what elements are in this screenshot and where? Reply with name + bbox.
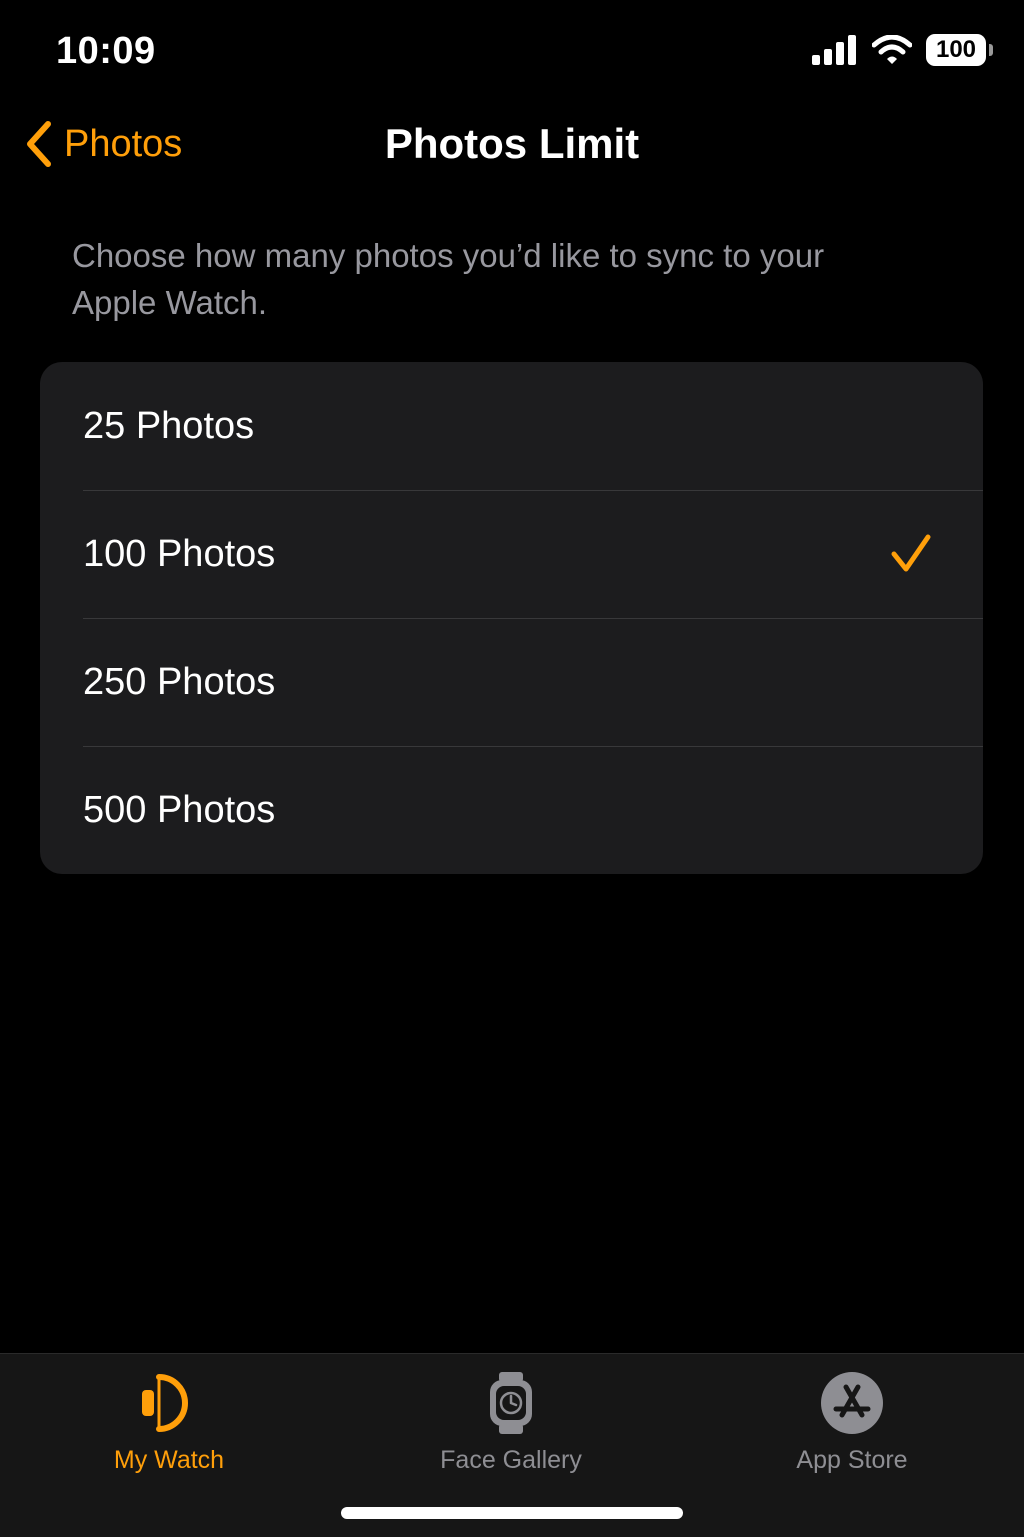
- home-indicator: [341, 1507, 683, 1519]
- option-label: 100 Photos: [83, 532, 276, 575]
- status-time: 10:09: [56, 30, 156, 72]
- face-gallery-icon: [476, 1368, 546, 1438]
- checkmark-icon: [891, 534, 931, 572]
- tab-label: Face Gallery: [440, 1446, 582, 1474]
- navigation-bar: Photos Photos Limit: [0, 100, 1024, 190]
- app-store-icon: [817, 1368, 887, 1438]
- page-title: Photos Limit: [384, 120, 640, 167]
- status-icons: 100: [812, 34, 993, 66]
- photos-limit-options: 25 Photos 100 Photos 250 Photos 500 Phot…: [40, 362, 983, 874]
- cellular-signal-icon: [812, 35, 856, 65]
- wifi-icon: [872, 35, 912, 64]
- tab-label: App Store: [796, 1446, 908, 1474]
- status-bar: 10:09 100: [0, 0, 1024, 100]
- battery-icon: 100: [926, 34, 993, 66]
- description-text: Choose how many photos you’d like to syn…: [72, 237, 825, 321]
- tab-my-watch[interactable]: My Watch: [69, 1368, 269, 1475]
- option-500-photos[interactable]: 500 Photos: [40, 746, 983, 874]
- tab-face-gallery[interactable]: Face Gallery: [411, 1368, 611, 1475]
- option-label: 25 Photos: [83, 404, 255, 447]
- watch-icon: [134, 1368, 204, 1438]
- tab-label: My Watch: [113, 1446, 225, 1474]
- option-label: 250 Photos: [83, 660, 276, 703]
- tab-app-store[interactable]: App Store: [752, 1368, 952, 1475]
- option-label: 500 Photos: [83, 788, 276, 831]
- battery-level: 100: [935, 36, 977, 63]
- option-250-photos[interactable]: 250 Photos: [40, 618, 983, 746]
- option-100-photos[interactable]: 100 Photos: [40, 490, 983, 618]
- option-25-photos[interactable]: 25 Photos: [40, 362, 983, 490]
